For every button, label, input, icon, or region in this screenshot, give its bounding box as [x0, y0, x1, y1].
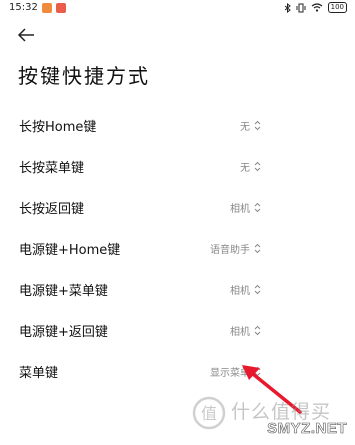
setting-power-menu[interactable]: 电源键+菜单键 相机	[0, 267, 355, 308]
battery-level: 100	[330, 3, 344, 11]
setting-value-selector[interactable]: 相机	[230, 200, 261, 215]
setting-label: 长按菜单键	[19, 161, 85, 176]
setting-label: 电源键+菜单键	[19, 284, 108, 299]
chevron-up-down-icon	[254, 325, 261, 336]
setting-value: 相机	[230, 204, 250, 215]
screen: 15:32 100 按键快捷方式 长按Home键 无 长按菜单键 无 长按返回键…	[0, 0, 355, 445]
setting-power-back[interactable]: 电源键+返回键 相机	[0, 308, 355, 349]
battery-icon: 100	[327, 2, 347, 13]
setting-long-press-menu[interactable]: 长按菜单键 无	[0, 144, 355, 185]
setting-value: 相机	[230, 327, 250, 338]
setting-value: 相机	[230, 286, 250, 297]
setting-value-selector[interactable]: 相机	[230, 282, 261, 297]
chevron-up-down-icon	[254, 202, 261, 213]
setting-value-selector[interactable]: 语音助手	[210, 241, 261, 256]
arrow-left-icon	[17, 28, 34, 42]
setting-label: 电源键+返回键	[19, 325, 108, 340]
watermark-site: SMYZ.NET	[267, 420, 347, 438]
chevron-up-down-icon	[254, 243, 261, 254]
wifi-icon	[311, 3, 322, 12]
setting-label: 菜单键	[19, 366, 59, 381]
setting-value-selector[interactable]: 相机	[230, 323, 261, 338]
watermark: 值 什么值得买 SMYZ.NET	[179, 395, 349, 439]
chevron-up-down-icon	[254, 161, 261, 172]
watermark-logo-icon: 值	[192, 396, 226, 430]
status-left: 15:32	[9, 2, 66, 13]
status-right: 100	[284, 2, 347, 13]
setting-power-home[interactable]: 电源键+Home键 语音助手	[0, 226, 355, 267]
setting-value: 无	[240, 163, 250, 174]
setting-value-selector[interactable]: 无	[240, 159, 261, 174]
setting-label: 长按返回键	[19, 202, 85, 217]
setting-label: 长按Home键	[19, 120, 97, 135]
setting-label: 电源键+Home键	[19, 243, 121, 258]
app-notification-icon	[55, 2, 66, 13]
setting-value: 语音助手	[210, 245, 250, 256]
svg-text:值: 值	[201, 404, 217, 423]
chevron-up-down-icon	[254, 120, 261, 131]
back-button[interactable]	[17, 27, 37, 43]
status-time: 15:32	[9, 2, 38, 13]
setting-long-press-home[interactable]: 长按Home键 无	[0, 103, 355, 144]
setting-value: 无	[240, 122, 250, 133]
chevron-up-down-icon	[254, 284, 261, 295]
vibrate-icon	[296, 3, 306, 12]
settings-list: 长按Home键 无 长按菜单键 无 长按返回键 相机 电源键+Home键 语音助…	[0, 103, 355, 390]
bluetooth-icon	[284, 2, 291, 13]
setting-value-selector[interactable]: 无	[240, 118, 261, 133]
setting-long-press-back[interactable]: 长按返回键 相机	[0, 185, 355, 226]
page-title: 按键快捷方式	[18, 64, 150, 88]
status-bar: 15:32 100	[0, 0, 355, 16]
notification-icon	[41, 2, 52, 13]
